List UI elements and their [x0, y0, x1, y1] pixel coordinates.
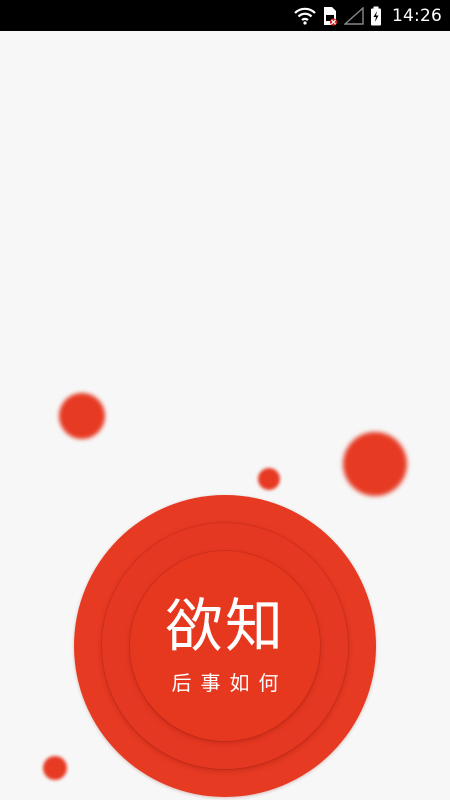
- signal-icon: [344, 6, 364, 25]
- decorative-dot: [343, 432, 407, 496]
- status-icons: 14:26: [294, 0, 442, 31]
- logo-text: 欲知 后事如何: [74, 495, 376, 797]
- sim-card-icon: [322, 6, 338, 26]
- decorative-dot: [43, 756, 67, 780]
- battery-charging-icon: [370, 6, 382, 26]
- status-time: 14:26: [392, 5, 442, 26]
- wifi-icon: [294, 7, 316, 25]
- decorative-dot: [59, 393, 105, 439]
- app-logo: 欲知 后事如何: [74, 495, 376, 797]
- status-bar: 14:26: [0, 0, 450, 31]
- decorative-dot: [258, 468, 280, 490]
- logo-title: 欲知: [164, 592, 285, 660]
- splash-screen: 欲知 后事如何: [0, 31, 450, 800]
- logo-subtitle: 后事如何: [171, 671, 288, 695]
